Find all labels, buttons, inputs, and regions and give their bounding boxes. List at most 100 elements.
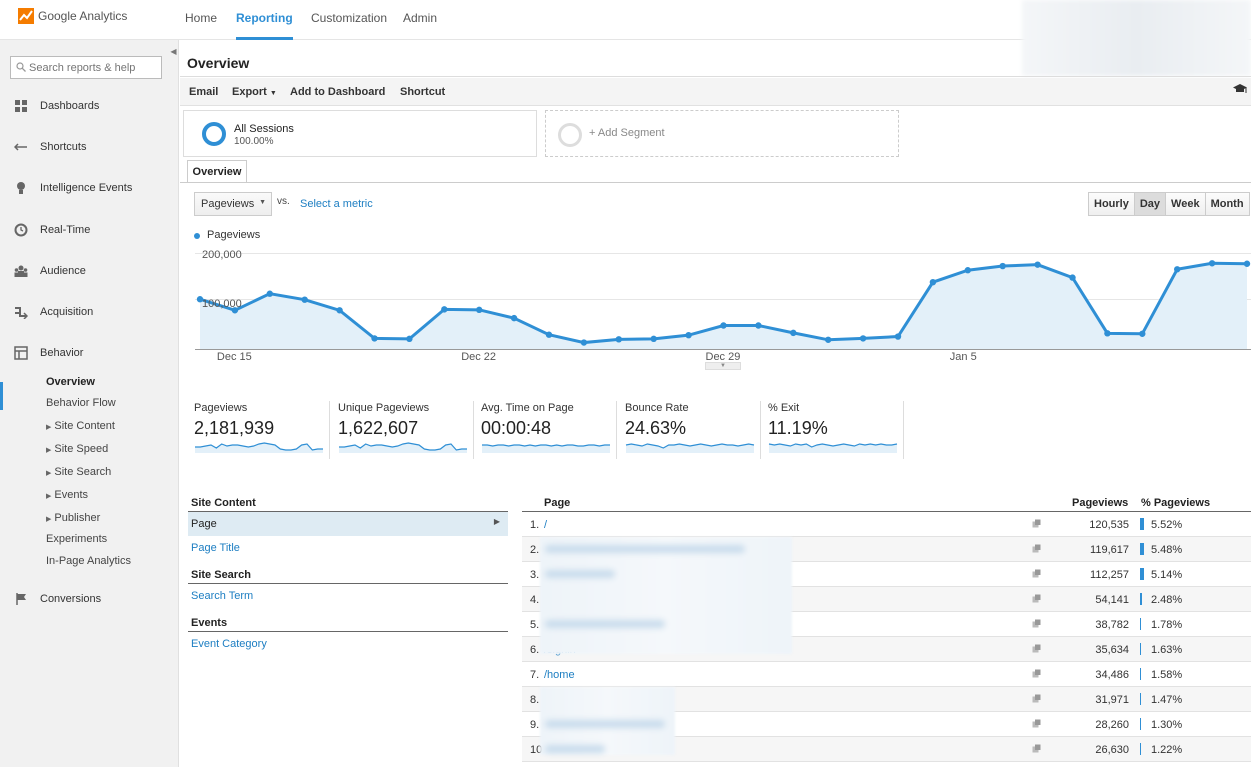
google-analytics-logo[interactable]: Google Analytics <box>18 8 127 24</box>
data-point <box>406 335 413 343</box>
external-link-icon[interactable] <box>1032 669 1041 678</box>
scorecard[interactable]: Unique Pageviews 1,622,607 <box>338 401 474 459</box>
dimension-page-title-link[interactable]: Page Title <box>191 542 240 554</box>
external-link-icon[interactable] <box>1032 519 1041 528</box>
add-to-dashboard-button[interactable]: Add to Dashboard <box>290 86 385 98</box>
percent-pageviews-cell: 1.30% <box>1151 719 1183 731</box>
external-link-icon[interactable] <box>1032 644 1041 653</box>
table-header-page[interactable]: Page <box>544 497 570 509</box>
percent-bar <box>1140 618 1142 630</box>
sidebar-item-label: Behavior <box>40 347 84 359</box>
report-toolbar: Email Export ▼ Add to Dashboard Shortcut <box>180 78 1251 106</box>
metric-dropdown-value: Pageviews <box>201 198 255 210</box>
sidebar-subitem-overview[interactable]: Overview <box>46 376 95 388</box>
external-link-icon[interactable] <box>1032 619 1041 628</box>
scorecard-label: Avg. Time on Page <box>481 402 574 414</box>
sidebar-subitem-site-search[interactable]: ▶ Site Search <box>46 466 111 478</box>
search-box[interactable] <box>10 56 162 79</box>
topnav-home[interactable]: Home <box>185 0 217 40</box>
sidebar-item-label: Audience <box>40 265 86 277</box>
sidebar-item-shortcuts[interactable]: Shortcuts <box>0 136 179 160</box>
sidebar-item-label: Conversions <box>40 593 102 605</box>
sidebar-item-conversions[interactable]: Conversions <box>0 588 179 612</box>
external-link-icon[interactable] <box>1032 719 1041 728</box>
scorecard[interactable]: Pageviews 2,181,939 <box>194 401 330 459</box>
sidebar-subitem-publisher[interactable]: ▶ Publisher <box>46 512 100 524</box>
icon-part <box>1035 669 1041 675</box>
chart-resize-handle[interactable]: ▼ <box>705 362 741 370</box>
sidebar-subitem-events[interactable]: ▶ Events <box>46 489 88 501</box>
scorecard[interactable]: % Exit 11.19% <box>768 401 904 459</box>
dashboards-icon <box>15 100 27 112</box>
sidebar-item-dashboards[interactable]: Dashboards <box>0 95 179 119</box>
period-day-button[interactable]: Day <box>1134 193 1167 215</box>
period-week-button[interactable]: Week <box>1166 193 1206 215</box>
dimension-event-category-link[interactable]: Event Category <box>191 638 267 650</box>
external-link-icon[interactable] <box>1032 694 1041 703</box>
legend-dot-icon <box>194 233 200 239</box>
metric-dropdown[interactable]: Pageviews ▼ <box>194 192 272 216</box>
data-point <box>545 331 553 338</box>
sidebar-subitem-experiments[interactable]: Experiments <box>46 533 107 545</box>
sidebar-item-acquisition[interactable]: Acquisition <box>0 301 179 325</box>
external-link-icon[interactable] <box>1032 569 1041 578</box>
sidebar-item-behavior[interactable]: Behavior <box>0 342 179 366</box>
scorecard[interactable]: Avg. Time on Page 00:00:48 <box>481 401 617 459</box>
shortcut-button[interactable]: Shortcut <box>400 86 445 98</box>
table-row[interactable]: 7. /home 34,486 1.58% <box>522 662 1251 687</box>
sidebar-subitem-site-content[interactable]: ▶ Site Content <box>46 420 115 432</box>
select-metric-link[interactable]: Select a metric <box>300 198 373 210</box>
data-point <box>476 306 483 314</box>
table-row[interactable]: 1. / 120,535 5.52% <box>522 512 1251 537</box>
scorecard[interactable]: Bounce Rate 24.63% <box>625 401 761 459</box>
sidebar-subitem-label: Events <box>54 489 89 501</box>
percent-pageviews-cell: 5.48% <box>1151 544 1183 556</box>
icon-part <box>1035 619 1041 625</box>
dimension-page-selected[interactable]: Page ▶ <box>188 512 508 536</box>
email-button[interactable]: Email <box>189 86 218 98</box>
data-point <box>894 333 902 340</box>
page-link[interactable]: /home <box>544 669 575 681</box>
period-month-button[interactable]: Month <box>1205 193 1249 215</box>
tab-overview[interactable]: Overview <box>187 160 247 183</box>
segment-all-sessions[interactable]: All Sessions 100.00% <box>183 110 537 157</box>
dimension-header-events: Events <box>191 617 228 629</box>
table-header-percent-pageviews[interactable]: % Pageviews <box>1141 497 1210 509</box>
sidebar-item-audience[interactable]: Audience <box>0 260 179 284</box>
data-point <box>999 262 1006 270</box>
percent-bar <box>1140 668 1142 680</box>
page-link[interactable]: / <box>544 519 547 531</box>
external-link-icon[interactable] <box>1032 594 1041 603</box>
pageviews-cell: 54,141 <box>1095 594 1129 606</box>
table-header-pageviews[interactable]: Pageviews <box>1072 497 1128 509</box>
icon-part <box>1035 719 1041 725</box>
external-link-icon[interactable] <box>1032 744 1041 753</box>
dimension-label: Page <box>191 518 217 530</box>
topnav-customization[interactable]: Customization <box>311 0 387 40</box>
add-segment-button[interactable]: + Add Segment <box>545 110 899 157</box>
segment-ring-icon <box>558 123 582 147</box>
topnav-reporting[interactable]: Reporting <box>236 0 293 40</box>
dimension-search-term-link[interactable]: Search Term <box>191 590 253 602</box>
graduation-cap-icon[interactable] <box>1233 84 1247 94</box>
dropdown-caret-icon: ▼ <box>269 90 277 97</box>
pageviews-cell: 120,535 <box>1089 519 1129 531</box>
pageviews-chart[interactable]: 200,000100,000Dec 15 Dec 22 Dec 29 Jan 5 <box>195 245 1251 375</box>
sidebar-item-real-time[interactable]: Real-Time <box>0 219 179 243</box>
account-info-redacted[interactable] <box>1022 0 1251 76</box>
sidebar-subitem-site-speed[interactable]: ▶ Site Speed <box>46 443 108 455</box>
external-link-icon[interactable] <box>1032 544 1041 553</box>
redacted-text <box>545 570 615 578</box>
sidebar-subitem-behavior-flow[interactable]: Behavior Flow <box>46 397 116 409</box>
x-tick-label: Jan 5 <box>950 351 977 363</box>
search-input[interactable] <box>29 59 159 76</box>
export-button[interactable]: Export ▼ <box>232 86 277 98</box>
topnav-admin[interactable]: Admin <box>403 0 437 40</box>
x-tick-label: Dec 22 <box>461 351 496 363</box>
redacted-text <box>545 545 745 553</box>
collapse-sidebar-icon[interactable]: ◀ <box>168 44 179 60</box>
sidebar-item-intelligence-events[interactable]: Intelligence Events <box>0 177 179 201</box>
sidebar-subitem-in-page-analytics[interactable]: In-Page Analytics <box>46 555 131 567</box>
data-point <box>441 306 448 313</box>
period-hourly-button[interactable]: Hourly <box>1089 193 1135 215</box>
